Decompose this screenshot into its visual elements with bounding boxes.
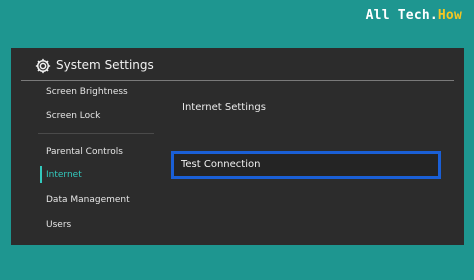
sidebar-divider [38, 133, 154, 134]
settings-header: System Settings [11, 48, 464, 84]
sidebar-item-internet[interactable]: Internet [46, 170, 82, 180]
settings-window: System Settings Screen Brightness Screen… [11, 48, 464, 245]
sidebar-item-parental-controls[interactable]: Parental Controls [46, 147, 123, 157]
sidebar-item-data-management[interactable]: Data Management [46, 195, 130, 205]
content-panel: Internet Settings Test Connection [169, 81, 464, 245]
sidebar: Screen Brightness Screen Lock Parental C… [11, 81, 156, 245]
test-connection-item[interactable]: Test Connection [171, 151, 441, 179]
active-indicator [40, 166, 42, 183]
test-connection-label: Test Connection [181, 159, 261, 170]
watermark-logo: All Tech.How [366, 8, 462, 23]
watermark-accent-text: How [437, 8, 462, 23]
sidebar-item-users[interactable]: Users [46, 220, 71, 230]
sidebar-item-screen-lock[interactable]: Screen Lock [46, 111, 100, 121]
internet-settings-item[interactable]: Internet Settings [182, 102, 266, 113]
gear-icon [35, 58, 51, 74]
sidebar-item-screen-brightness[interactable]: Screen Brightness [46, 87, 128, 97]
page-title: System Settings [56, 58, 154, 72]
watermark-text: All Tech. [365, 8, 438, 23]
